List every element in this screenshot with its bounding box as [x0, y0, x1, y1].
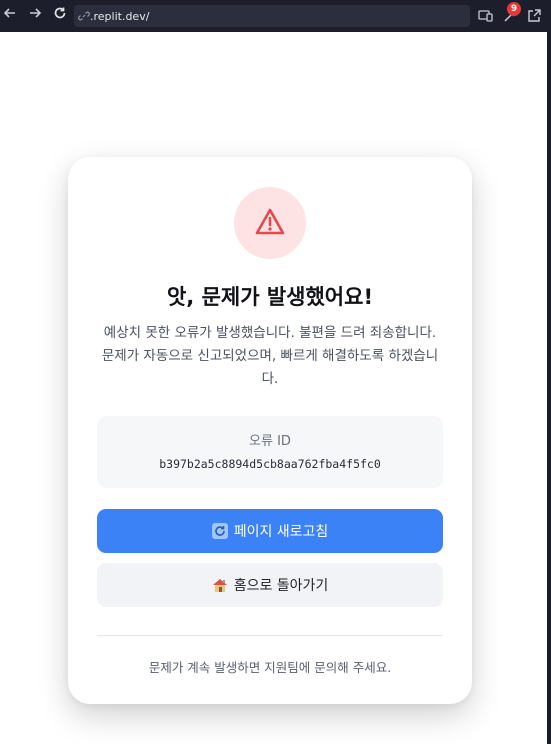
support-notice: 문제가 계속 발생하면 지원팀에 문의해 주세요.	[148, 660, 392, 675]
error-id-value: b397b2a5c8894d5cb8aa762fba4f5fc0	[159, 457, 381, 471]
divider	[97, 635, 443, 636]
refresh-page-button[interactable]: 페이지 새로고침	[97, 509, 443, 553]
link-icon	[78, 11, 90, 21]
reload-icon[interactable]	[50, 6, 70, 26]
home-icon	[212, 579, 227, 592]
error-id-box: 오류 ID b397b2a5c8894d5cb8aa762fba4f5fc0	[97, 416, 443, 488]
error-card: 앗, 문제가 발생했어요! 예상치 못한 오류가 발생했습니다. 불편을 드려 …	[68, 157, 472, 704]
go-home-label: 홈으로 돌아가기	[233, 578, 329, 594]
url-text: .replit.dev/	[90, 9, 150, 23]
refresh-icon	[211, 523, 228, 539]
error-description: 예상치 못한 오류가 발생했습니다. 불편을 드려 죄송합니다. 문제가 자동으…	[101, 325, 439, 387]
go-home-button[interactable]: 홈으로 돌아가기	[97, 563, 443, 607]
page-content: 앗, 문제가 발생했어요! 예상치 못한 오류가 발생했습니다. 불편을 드려 …	[0, 32, 547, 744]
error-id-label: 오류 ID	[249, 434, 291, 449]
open-external-icon[interactable]	[525, 7, 543, 25]
refresh-page-label: 페이지 새로고침	[233, 524, 329, 540]
window-edge	[547, 32, 551, 744]
device-toggle-icon[interactable]	[477, 7, 495, 25]
error-title: 앗, 문제가 발생했어요!	[166, 285, 374, 309]
forward-arrow-icon[interactable]	[25, 6, 45, 26]
back-arrow-icon[interactable]	[0, 6, 20, 26]
notification-badge: 9	[507, 2, 521, 16]
warning-badge	[234, 187, 306, 259]
warning-triangle-icon	[255, 208, 285, 235]
browser-toolbar: .replit.dev/ 9	[0, 0, 551, 32]
address-bar[interactable]: .replit.dev/	[74, 5, 470, 27]
